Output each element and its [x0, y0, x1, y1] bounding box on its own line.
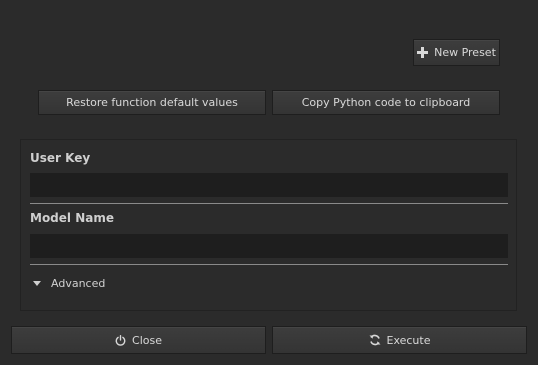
restore-defaults-button[interactable]: Restore function default values [38, 90, 266, 115]
parameters-panel: User Key Model Name Advanced [20, 139, 517, 311]
model-name-label: Model Name [30, 211, 114, 225]
user-key-input[interactable] [30, 173, 508, 197]
close-label: Close [132, 333, 162, 347]
execute-button[interactable]: Execute [272, 326, 527, 354]
power-icon [115, 334, 126, 346]
triangle-down-icon [33, 281, 41, 286]
refresh-icon [369, 334, 381, 346]
restore-defaults-label: Restore function default values [66, 96, 238, 109]
close-button[interactable]: Close [11, 326, 266, 354]
new-preset-button[interactable]: New Preset [413, 39, 500, 66]
advanced-label: Advanced [51, 277, 106, 290]
copy-python-code-label: Copy Python code to clipboard [301, 96, 471, 109]
separator [30, 264, 508, 265]
new-preset-label: New Preset [434, 46, 496, 59]
user-key-label: User Key [30, 151, 91, 165]
model-name-input[interactable] [30, 234, 508, 258]
plus-icon [417, 47, 429, 58]
advanced-toggle[interactable]: Advanced [33, 277, 105, 290]
separator [30, 203, 508, 204]
copy-python-code-button[interactable]: Copy Python code to clipboard [272, 90, 500, 115]
execute-label: Execute [386, 333, 431, 347]
